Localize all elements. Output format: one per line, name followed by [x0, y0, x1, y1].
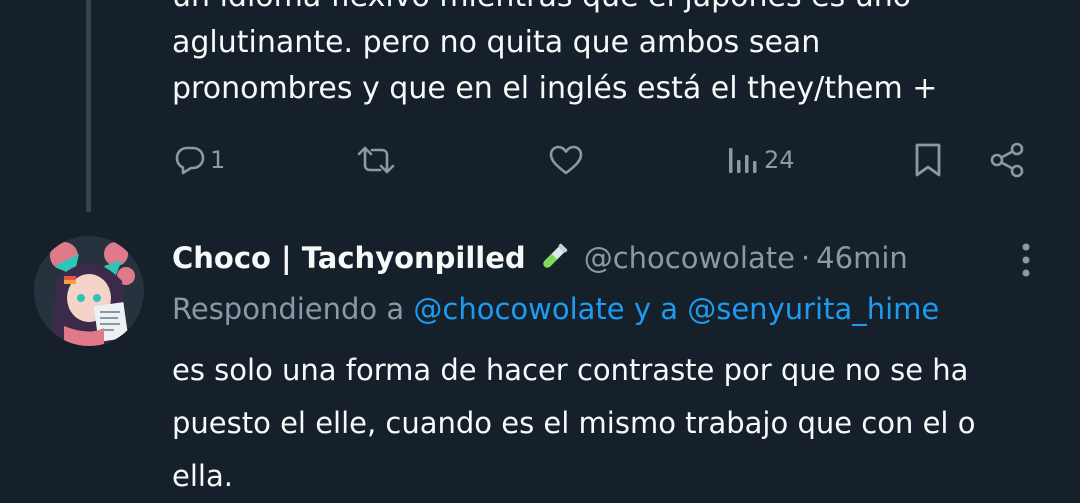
more-options-button[interactable]	[1012, 240, 1040, 280]
display-name[interactable]: Choco | Tachyonpilled	[172, 241, 526, 275]
previous-tweet-text: un idioma flexivo mientras que el japoné…	[172, 0, 1032, 112]
retweet-button[interactable]	[356, 132, 396, 188]
bookmark-button[interactable]	[912, 132, 944, 188]
reply-icon	[174, 144, 206, 176]
previous-tweet-actions: 1 24	[0, 132, 1080, 188]
avatar[interactable]	[34, 236, 144, 346]
reply-line-3: ella.	[172, 459, 233, 493]
previous-tweet-line-0: un idioma flexivo mientras que el japoné…	[172, 0, 1032, 20]
bookmark-icon	[912, 142, 944, 178]
retweet-icon	[356, 144, 396, 176]
separator-dot: ·	[800, 241, 811, 275]
more-icon	[1012, 243, 1040, 284]
share-button[interactable]	[988, 132, 1026, 188]
reply-button[interactable]: 1	[174, 132, 225, 188]
views-button[interactable]: 24	[726, 132, 795, 188]
like-button[interactable]	[548, 132, 584, 188]
share-icon	[988, 142, 1026, 178]
reply-line-2: puesto el elle, cuando es el mismo traba…	[172, 406, 976, 440]
like-icon	[548, 144, 584, 176]
reply-header: Choco | Tachyonpilled @chocowolate · 46m…	[172, 234, 908, 282]
replying-prefix: Respondiendo a	[172, 292, 405, 326]
reply-count: 1	[210, 146, 226, 174]
replying-to: Respondiendo a @chocowolate y a @senyuri…	[172, 286, 939, 332]
views-count: 24	[764, 146, 795, 174]
mention-link-2[interactable]: @senyurita_hime	[687, 292, 939, 326]
handle[interactable]: @chocowolate	[584, 241, 795, 275]
previous-tweet-line-2: pronombres y que en el inglés está el th…	[172, 71, 938, 106]
test-tube-icon	[536, 241, 570, 275]
reply-tweet-text: es solo una forma de hacer contraste por…	[172, 344, 1062, 503]
mention-link-1[interactable]: @chocowolate	[413, 292, 624, 326]
replying-joiner[interactable]: y a	[634, 292, 678, 326]
reply-line-1: es solo una forma de hacer contraste por…	[172, 353, 969, 387]
previous-tweet-line-1: aglutinante. pero no quita que ambos sea…	[172, 25, 821, 60]
views-icon	[726, 144, 760, 176]
timestamp[interactable]: 46min	[816, 241, 908, 275]
avatar-image	[34, 236, 144, 346]
